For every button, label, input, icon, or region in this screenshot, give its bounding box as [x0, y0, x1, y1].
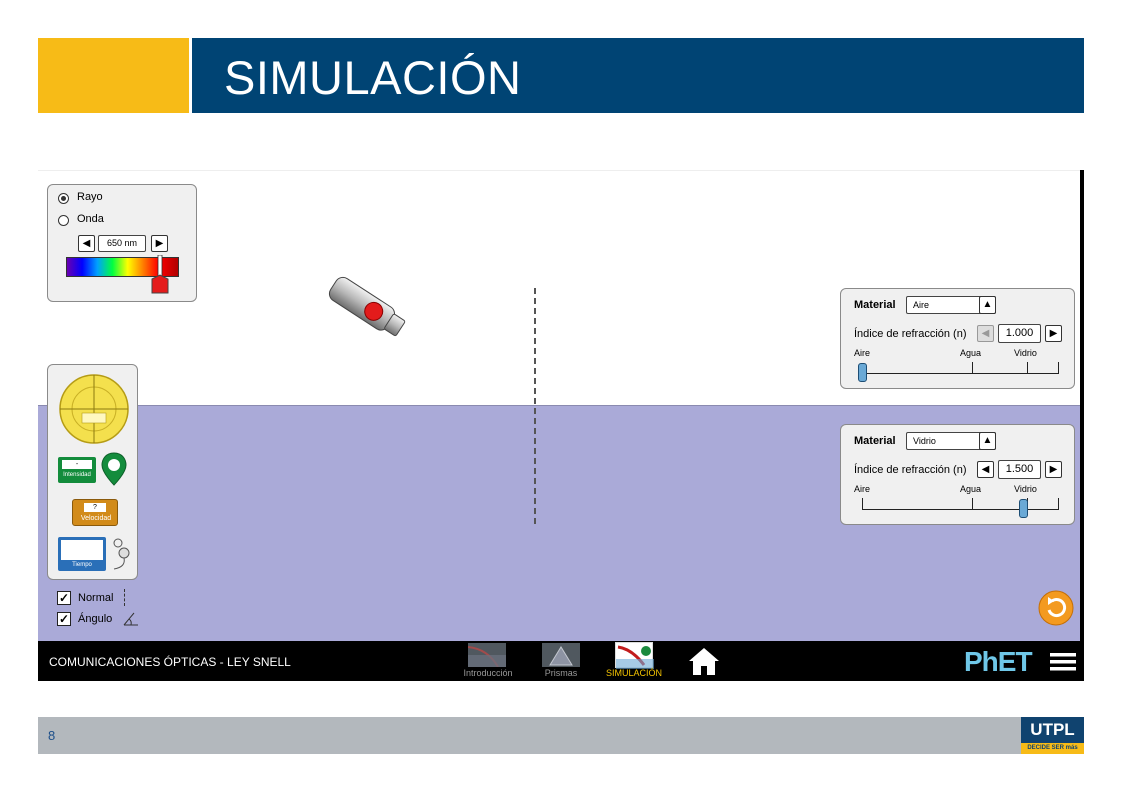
top-index-slider-thumb[interactable]: [857, 363, 867, 382]
menu-icon[interactable]: [1050, 651, 1076, 673]
sim-title: COMUNICACIONES ÓPTICAS - LEY SNELL: [49, 655, 291, 669]
top-tick-mark-agua: [972, 362, 973, 373]
intensity-meter[interactable]: - Intensidad: [58, 457, 96, 483]
top-index-slider-track[interactable]: [862, 373, 1059, 374]
angle-checkbox-label: Ángulo: [78, 613, 113, 625]
mode-panel: Rayo Onda ◀ 650 nm ▶: [47, 184, 197, 302]
slide-footer: [38, 717, 1022, 754]
top-material-label: Material: [854, 299, 896, 311]
bottom-tick-aire: Aire: [854, 484, 871, 494]
top-index-decrease-button[interactable]: ◀: [977, 325, 994, 342]
top-tick-mark-vidrio: [1027, 362, 1028, 373]
bottom-tick-vidrio: Vidrio: [1014, 484, 1037, 494]
velocity-label: Velocidad: [80, 515, 112, 522]
normal-dashed-line: [534, 288, 536, 524]
page-number: 8: [48, 728, 56, 743]
wavelength-decrease-button[interactable]: ◀: [78, 235, 95, 252]
bottom-material-panel: Material Vidrio ▲ Índice de refracción (…: [840, 424, 1075, 525]
normal-checkbox[interactable]: ✓: [57, 591, 71, 605]
top-tick-agua: Agua: [960, 348, 982, 358]
bottom-tick-mark-end: [1058, 498, 1059, 509]
top-tick-vidrio: Vidrio: [1014, 348, 1037, 358]
normal-line-icon: [124, 589, 125, 606]
slide-title: SIMULACIÓN: [224, 51, 522, 104]
intensity-probe-icon[interactable]: [100, 451, 128, 487]
sim-edge: [1080, 170, 1084, 641]
sim-navbar: COMUNICACIONES ÓPTICAS - LEY SNELL Intro…: [38, 641, 1084, 681]
radio-rayo[interactable]: [58, 193, 69, 204]
phet-logo[interactable]: PhET: [964, 646, 1033, 678]
intensity-label: Intensidad: [63, 472, 91, 478]
header-accent: [38, 38, 189, 113]
bottom-index-label: Índice de refracción (n): [854, 464, 967, 476]
wavelength-increase-button[interactable]: ▶: [151, 235, 168, 252]
radio-rayo-label: Rayo: [77, 191, 103, 203]
bottom-index-slider-thumb[interactable]: [1019, 499, 1029, 518]
simulation-area: Rayo Onda ◀ 650 nm ▶ - Intensidad ? Velo…: [38, 170, 1084, 681]
top-material-panel: Material Aire ▲ Índice de refracción (n)…: [840, 288, 1075, 389]
reset-all-button[interactable]: [1038, 590, 1074, 626]
top-index-label: Índice de refracción (n): [854, 328, 967, 340]
bottom-tick-mark-agua: [972, 498, 973, 509]
bottom-index-value[interactable]: 1.500: [998, 460, 1041, 479]
bottom-material-label: Material: [854, 435, 896, 447]
radio-onda-label: Onda: [77, 213, 104, 225]
laser-pointer-icon[interactable]: [322, 274, 412, 340]
bottom-tick-agua: Agua: [960, 484, 982, 494]
top-tick-mark-end: [1058, 362, 1059, 373]
tab-prismas-label[interactable]: Prismas: [526, 668, 596, 678]
angle-icon: [123, 612, 138, 626]
angle-checkbox[interactable]: ✓: [57, 612, 71, 626]
bottom-index-slider-track[interactable]: [862, 509, 1059, 510]
utpl-logo-text: UTPL: [1030, 720, 1075, 739]
velocity-sensor[interactable]: ? Velocidad: [72, 499, 118, 526]
time-probe-icon[interactable]: [108, 537, 134, 571]
tools-panel: - Intensidad ? Velocidad Tiempo: [47, 364, 138, 580]
tab-simulacion-icon[interactable]: [615, 642, 654, 669]
utpl-logo-tagline: DECIDE SER más: [1021, 743, 1084, 754]
bottom-index-increase-button[interactable]: ▶: [1045, 461, 1062, 478]
tab-introduccion-icon[interactable]: [467, 643, 506, 668]
top-material-dropdown-button[interactable]: ▲: [979, 296, 996, 314]
home-icon[interactable]: [686, 645, 722, 677]
bottom-material-dropdown-button[interactable]: ▲: [979, 432, 996, 450]
wavelength-slider-thumb[interactable]: [149, 255, 171, 297]
top-index-increase-button[interactable]: ▶: [1045, 325, 1062, 342]
radio-onda[interactable]: [58, 215, 69, 226]
tab-introduccion-label[interactable]: Introducción: [453, 668, 523, 678]
time-label: Tiempo: [72, 562, 92, 568]
bottom-tick-mark-start: [862, 498, 863, 509]
top-index-value[interactable]: 1.000: [998, 324, 1041, 343]
protractor-icon[interactable]: [58, 373, 130, 445]
velocity-value: ?: [84, 503, 106, 512]
time-plot[interactable]: Tiempo: [58, 537, 106, 571]
tab-simulacion-label[interactable]: SIMULACIÓN: [598, 668, 670, 678]
time-plot-screen: [61, 540, 103, 560]
bottom-index-decrease-button[interactable]: ◀: [977, 461, 994, 478]
intensity-value: -: [62, 460, 92, 469]
wavelength-field[interactable]: 650 nm: [98, 235, 146, 252]
top-tick-aire: Aire: [854, 348, 871, 358]
tab-prismas-icon[interactable]: [542, 643, 580, 667]
normal-checkbox-label: Normal: [78, 592, 114, 604]
utpl-logo: UTPL DECIDE SER más: [1021, 717, 1084, 754]
